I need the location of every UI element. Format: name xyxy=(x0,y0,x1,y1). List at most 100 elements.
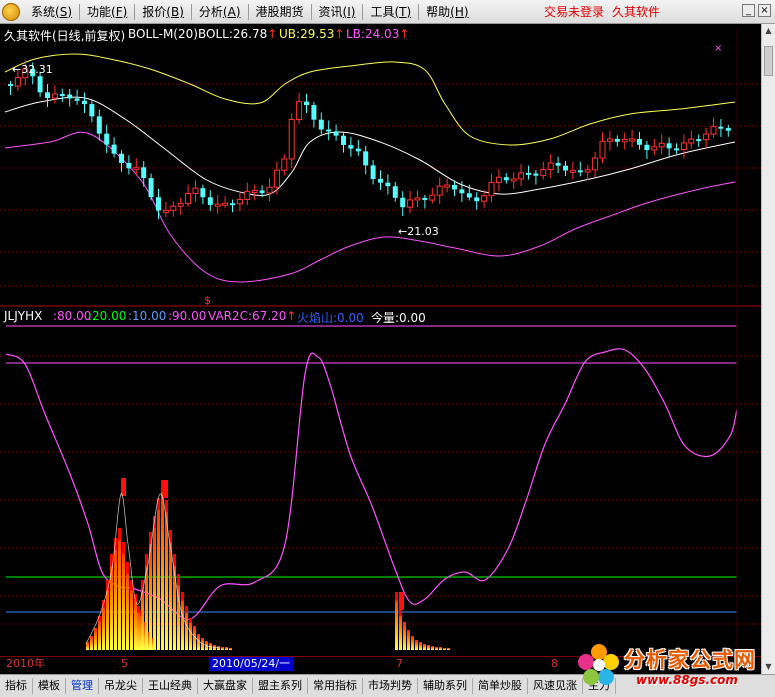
menu-quote[interactable]: 报价(B) xyxy=(135,1,191,23)
tab-big-win[interactable]: 大赢盘家 xyxy=(198,678,253,694)
menu-system[interactable]: 系统(S) xyxy=(24,1,79,23)
menu-function[interactable]: 功能(F) xyxy=(80,1,134,23)
candle-body-down xyxy=(311,105,317,120)
flame-bar xyxy=(447,648,450,650)
candle-body-down xyxy=(370,165,376,179)
watermark: 分析家公式网 www.88gs.com xyxy=(570,640,770,697)
tab-common[interactable]: 常用指标 xyxy=(308,678,363,694)
tab-simple[interactable]: 简单炒股 xyxy=(473,678,528,694)
flame-bar-cap xyxy=(126,562,129,574)
candle-body-up xyxy=(162,209,169,213)
chart-canvas[interactable]: ←32.31 ←21.03 $ × xyxy=(0,24,761,656)
candle-body-up xyxy=(192,187,199,195)
candle-body-down xyxy=(67,94,73,99)
tab-leader[interactable]: 盟主系列 xyxy=(253,678,308,694)
var2c-value: VAR2C:67.20↑ xyxy=(208,309,297,323)
candle-body-up xyxy=(236,198,243,205)
candle-body-down xyxy=(533,173,539,176)
tab-classic[interactable]: 王山经典 xyxy=(143,678,198,694)
flame-bar-cap xyxy=(137,606,140,613)
candle-body-down xyxy=(230,203,235,206)
candle-body-down xyxy=(119,153,124,163)
flame-peak xyxy=(121,478,126,496)
flame-bar-cap xyxy=(165,500,168,512)
candle-body-down xyxy=(392,186,398,198)
candle-body-down xyxy=(644,144,650,151)
candle-body-up xyxy=(629,138,636,142)
candle-body-down xyxy=(459,189,465,194)
flame-bar-cap xyxy=(395,592,398,601)
tab-dragon[interactable]: 吊龙尖 xyxy=(99,678,143,694)
flame-bar xyxy=(122,542,125,650)
tab-assist[interactable]: 辅助系列 xyxy=(418,678,473,694)
scroll-up-icon[interactable]: ▲ xyxy=(763,25,774,37)
menu-help[interactable]: 帮助(H) xyxy=(419,1,475,23)
tab-indicator[interactable]: 指标 xyxy=(0,678,33,694)
app-logo-icon xyxy=(2,2,20,21)
candle-body-down xyxy=(148,178,154,198)
candle-body-down xyxy=(563,165,568,171)
menu-info[interactable]: 资讯(I) xyxy=(312,1,363,23)
flame-bar xyxy=(443,648,446,650)
menu-analysis[interactable]: 分析(A) xyxy=(192,1,248,23)
candle-body-up xyxy=(51,93,58,99)
flame-bar xyxy=(221,647,224,650)
chart-area[interactable]: ←32.31 ←21.03 $ × 久其软件(日线,前复权) BOLL-M(20) B… xyxy=(0,24,761,674)
candle-body-down xyxy=(452,185,457,190)
candle-body-down xyxy=(474,197,480,202)
param-80: :80.00 xyxy=(53,309,92,323)
axis-label-july: 7 xyxy=(396,657,403,670)
today-volume-value: 今量:0.00 xyxy=(371,311,426,325)
candle-body-up xyxy=(606,138,613,142)
candle-body-down xyxy=(259,190,265,194)
close-button[interactable]: × xyxy=(758,4,771,17)
candle-body-down xyxy=(82,100,87,105)
candle-body-down xyxy=(96,116,102,134)
flame-bar xyxy=(439,647,442,650)
candle-body-up xyxy=(214,203,221,207)
brand-name: 久其软件 xyxy=(612,5,661,19)
candle-body-up xyxy=(710,126,717,135)
candle-body-up xyxy=(288,119,295,160)
candle-body-down xyxy=(577,170,583,173)
flame-bar-cap xyxy=(122,542,125,554)
lower-indicator-name[interactable]: JLJYHX xyxy=(4,309,42,323)
param-20: :20.00 xyxy=(88,309,127,323)
high-price-label: ←32.31 xyxy=(12,63,53,76)
tab-market[interactable]: 市场判势 xyxy=(363,678,418,694)
flame-bar xyxy=(145,554,148,650)
candle-body-down xyxy=(400,197,406,208)
indicator-name[interactable]: BOLL-M(20) xyxy=(128,27,198,41)
vertical-scrollbar[interactable]: ▲ ▼ xyxy=(761,24,775,674)
lb-value: LB:24.03↑ xyxy=(346,27,410,41)
candle-body-down xyxy=(363,151,369,166)
minimize-button[interactable]: _ xyxy=(742,4,755,17)
flame-bar-cap xyxy=(118,528,121,540)
menu-hk-futures[interactable]: 港股期货 xyxy=(249,1,311,23)
candle-body-down xyxy=(89,104,95,117)
tab-template[interactable]: 模板 xyxy=(33,678,66,694)
param-10: :10.00 xyxy=(128,309,167,323)
candle-body-up xyxy=(481,195,488,202)
candle-body-down xyxy=(304,101,309,106)
upper-title: 久其软件(日线,前复权) xyxy=(4,29,126,43)
tab-manage[interactable]: 管理 xyxy=(66,678,99,694)
candle-body-down xyxy=(341,135,346,145)
candle-body-up xyxy=(547,162,554,170)
candle-body-up xyxy=(510,178,517,182)
menu-tools[interactable]: 工具(T) xyxy=(363,1,418,23)
candle-body-up xyxy=(599,140,606,159)
login-status[interactable]: 交易未登录 xyxy=(544,0,604,24)
candle-body-down xyxy=(355,148,361,152)
flame-bar-cap xyxy=(399,610,402,616)
flame-bar xyxy=(110,554,113,650)
flame-bar xyxy=(431,646,434,650)
candle-body-down xyxy=(333,131,339,136)
flame-bar xyxy=(157,498,160,650)
candle-body-down xyxy=(718,126,724,129)
scroll-thumb[interactable] xyxy=(764,46,773,76)
boll-ub-line xyxy=(4,53,736,146)
candle-body-up xyxy=(688,138,695,144)
candle-body-down xyxy=(666,143,672,149)
candle-body-up xyxy=(488,181,495,197)
